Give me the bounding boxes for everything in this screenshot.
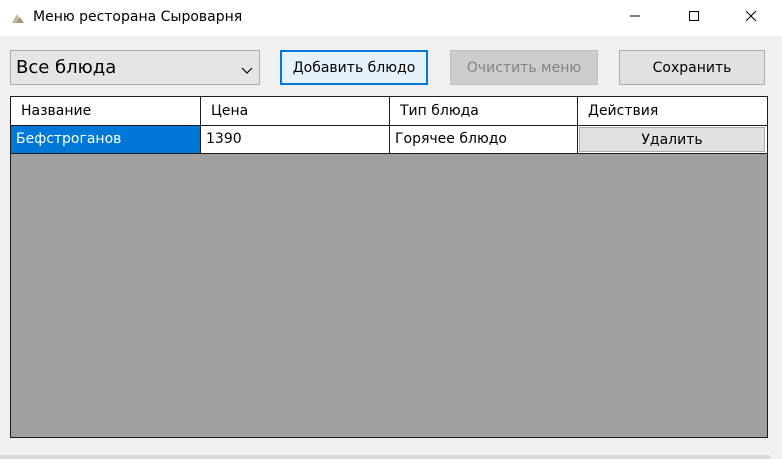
horizontal-scrollbar[interactable] xyxy=(0,455,770,459)
close-icon xyxy=(745,10,757,26)
maximize-button[interactable] xyxy=(671,0,717,36)
maximize-icon xyxy=(688,10,700,26)
minimize-button[interactable] xyxy=(612,0,658,36)
cell-dish-name[interactable]: Бефстроганов xyxy=(11,126,201,153)
table-header: Название Цена Тип блюда Действия xyxy=(11,97,767,126)
dish-filter-value: Все блюда xyxy=(16,57,117,78)
add-dish-button[interactable]: Добавить блюдо xyxy=(280,50,428,85)
column-header-type[interactable]: Тип блюда xyxy=(390,97,578,125)
dish-filter-dropdown[interactable]: Все блюда xyxy=(10,50,260,85)
column-header-actions[interactable]: Действия xyxy=(578,97,767,125)
close-button[interactable] xyxy=(728,0,774,36)
app-logo-icon xyxy=(11,12,25,23)
title-bar: Меню ресторана Сыроварня xyxy=(0,0,782,36)
column-header-name[interactable]: Название xyxy=(11,97,201,125)
save-button[interactable]: Сохранить xyxy=(619,50,765,85)
window-title: Меню ресторана Сыроварня xyxy=(33,9,243,25)
delete-dish-button[interactable]: Удалить xyxy=(579,127,765,152)
minimize-icon xyxy=(629,10,641,26)
cell-dish-price[interactable]: 1390 xyxy=(201,126,390,153)
menu-table[interactable]: Название Цена Тип блюда Действия Бефстро… xyxy=(10,96,768,438)
cell-dish-type[interactable]: Горячее блюдо xyxy=(390,126,578,153)
clear-menu-button[interactable]: Очистить меню xyxy=(450,50,598,85)
table-row[interactable]: Бефстроганов 1390 Горячее блюдо Удалить xyxy=(11,126,767,154)
column-header-price[interactable]: Цена xyxy=(201,97,390,125)
chevron-down-icon xyxy=(241,63,253,74)
